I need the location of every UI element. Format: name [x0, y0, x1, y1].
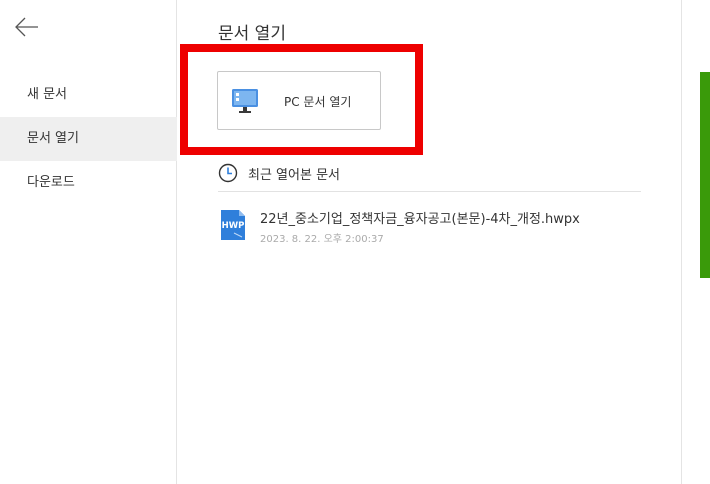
recent-file-item[interactable]: HWP 22년_중소기업_정책자금_융자공고(본문)-4차_개정.hwpx 20… [218, 204, 641, 248]
main-panel: 문서 열기 PC 문서 열기 최근 열어본 문서 HWP 22년_중소기업_정책… [178, 0, 681, 484]
file-date: 2023. 8. 22. 오후 2:00:37 [260, 234, 384, 245]
clock-icon [218, 163, 238, 183]
sidebar-item-new-document[interactable]: 새 문서 [0, 73, 177, 117]
sidebar-nav: 새 문서 문서 열기 다운로드 [0, 73, 177, 205]
document-open-dialog: 새 문서 문서 열기 다운로드 문서 열기 PC 문서 열기 최근 열어본 문서… [0, 0, 710, 484]
pc-open-label: PC 문서 열기 [284, 95, 352, 109]
recent-documents-header: 최근 열어본 문서 [218, 162, 641, 192]
sidebar: 새 문서 문서 열기 다운로드 [0, 0, 177, 484]
file-name: 22년_중소기업_정책자금_융자공고(본문)-4차_개정.hwpx [260, 212, 580, 227]
hwp-icon-text: HWP [222, 221, 245, 231]
background-green-panel [700, 72, 710, 278]
recent-documents-title: 최근 열어본 문서 [248, 168, 340, 183]
pc-open-button[interactable]: PC 문서 열기 [217, 71, 381, 130]
page-title: 문서 열기 [218, 24, 286, 44]
back-button[interactable] [14, 16, 40, 38]
hwp-file-icon: HWP [221, 210, 245, 240]
right-divider [681, 0, 682, 484]
sidebar-item-label: 다운로드 [27, 175, 75, 190]
sidebar-item-label: 문서 열기 [27, 131, 79, 146]
sidebar-item-open-document[interactable]: 문서 열기 [0, 117, 177, 161]
arrow-left-icon [15, 17, 38, 37]
monitor-icon [232, 89, 258, 113]
sidebar-item-label: 새 문서 [27, 87, 68, 102]
sidebar-item-download[interactable]: 다운로드 [0, 161, 177, 205]
